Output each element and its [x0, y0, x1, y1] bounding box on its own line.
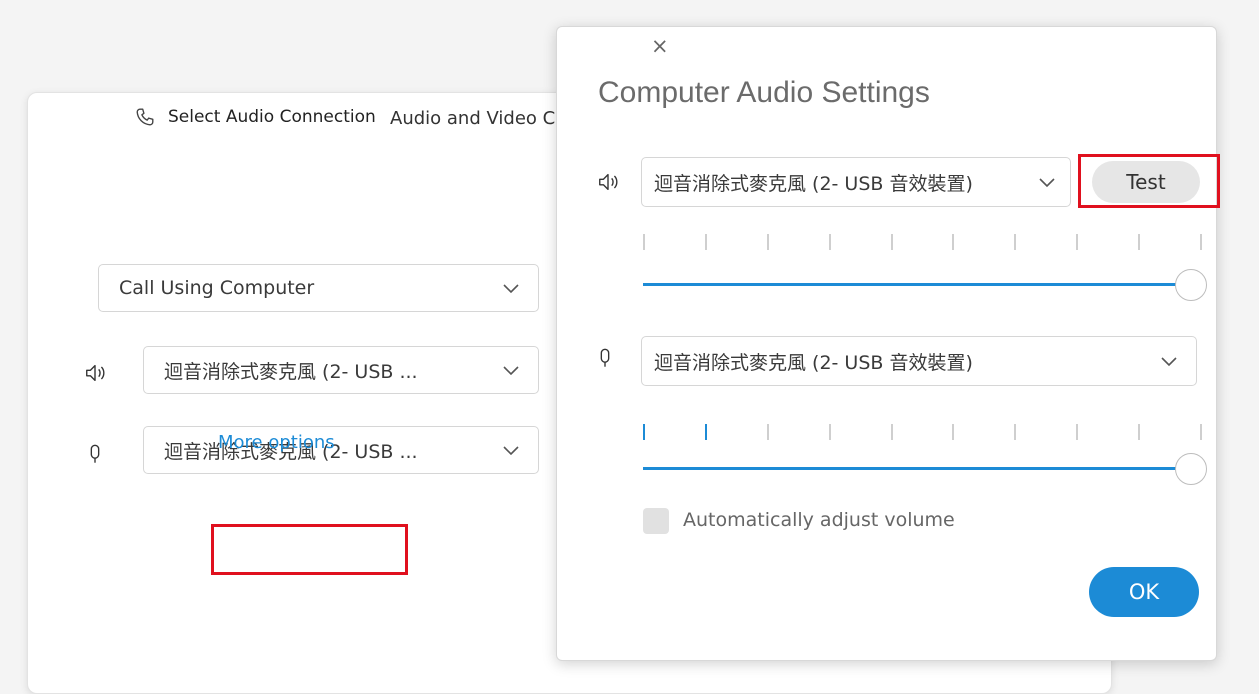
- level-tick: [891, 424, 893, 440]
- level-tick: [705, 234, 707, 250]
- level-tick: [1138, 234, 1140, 250]
- level-tick: [1076, 234, 1078, 250]
- dropdown-value: 迴音消除式麥克風 (2- USB ...: [164, 360, 418, 383]
- auto-adjust-volume-label: Automatically adjust volume: [683, 509, 955, 531]
- dropdown-value: 迴音消除式麥克風 (2- USB 音效裝置): [654, 172, 973, 195]
- chevron-down-icon: [503, 446, 519, 456]
- more-options-link[interactable]: More options: [218, 432, 335, 453]
- speaker-dropdown[interactable]: 迴音消除式麥克風 (2- USB ...: [143, 346, 539, 394]
- dialog-title: Computer Audio Settings: [598, 76, 930, 109]
- level-tick: [891, 234, 893, 250]
- speaker-icon: [86, 364, 105, 382]
- microphone-icon: [600, 348, 610, 367]
- highlight-box-more-options: [211, 524, 408, 575]
- close-icon[interactable]: ×: [651, 36, 669, 57]
- level-tick: [1138, 424, 1140, 440]
- level-tick: [952, 234, 954, 250]
- chevron-down-icon: [1161, 357, 1177, 367]
- level-tick: [829, 424, 831, 440]
- microphone-level-meter: [643, 424, 1203, 442]
- select-audio-connection-heading: Select Audio Connection: [134, 106, 376, 128]
- ok-button[interactable]: OK: [1089, 567, 1199, 617]
- microphone-icon: [90, 444, 100, 463]
- level-tick: [1014, 234, 1016, 250]
- speaker-select[interactable]: 迴音消除式麥克風 (2- USB 音效裝置): [641, 157, 1071, 207]
- chevron-down-icon: [503, 284, 519, 294]
- microphone-dropdown[interactable]: 迴音消除式麥克風 (2- USB ...: [143, 426, 539, 474]
- dropdown-value: 迴音消除式麥克風 (2- USB 音效裝置): [654, 351, 973, 374]
- dropdown-value: Call Using Computer: [119, 277, 315, 299]
- connection-type-dropdown[interactable]: Call Using Computer: [98, 264, 539, 312]
- phone-icon: [136, 108, 154, 126]
- microphone-volume-track: [643, 467, 1191, 470]
- level-tick: [643, 424, 645, 440]
- speaker-icon: [599, 173, 618, 191]
- level-tick: [767, 424, 769, 440]
- speaker-volume-thumb[interactable]: [1175, 269, 1207, 301]
- level-tick: [767, 234, 769, 250]
- level-tick: [829, 234, 831, 250]
- level-tick: [1076, 424, 1078, 440]
- speaker-volume-track: [643, 283, 1191, 286]
- level-tick: [705, 424, 707, 440]
- auto-adjust-volume-checkbox[interactable]: [643, 508, 669, 534]
- level-tick: [952, 424, 954, 440]
- microphone-select[interactable]: 迴音消除式麥克風 (2- USB 音效裝置): [641, 336, 1197, 386]
- level-tick: [1200, 424, 1202, 440]
- chevron-down-icon: [503, 366, 519, 376]
- level-tick: [643, 234, 645, 250]
- level-tick: [1200, 234, 1202, 250]
- highlight-box-test: [1078, 154, 1220, 208]
- speaker-level-meter: [643, 234, 1203, 252]
- select-audio-label: Select Audio Connection: [168, 107, 376, 127]
- level-tick: [1014, 424, 1016, 440]
- microphone-volume-thumb[interactable]: [1175, 453, 1207, 485]
- chevron-down-icon: [1039, 178, 1055, 188]
